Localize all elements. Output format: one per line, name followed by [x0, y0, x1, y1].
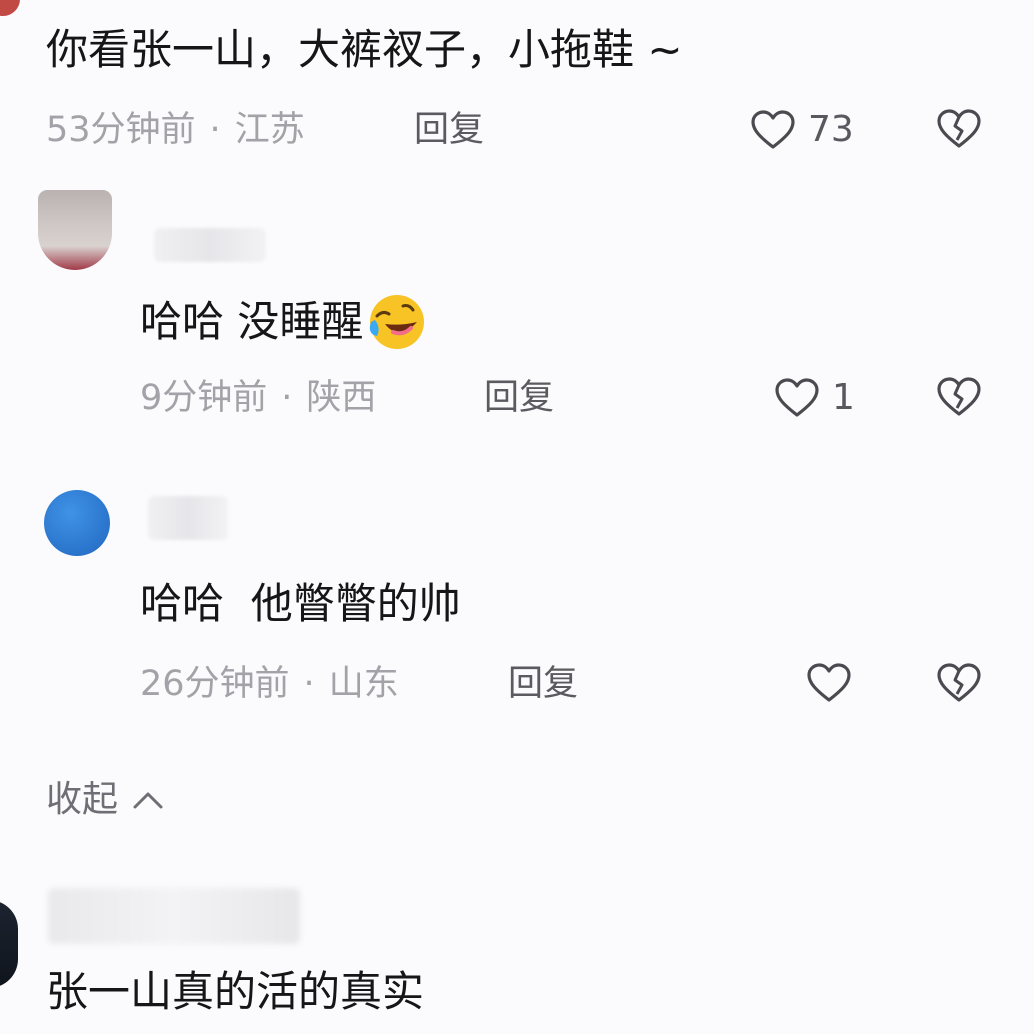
reply-2-location: 山东	[328, 664, 399, 704]
meta-separator: ·	[281, 378, 293, 418]
reply-1-username-redacted	[154, 228, 266, 262]
laughing-crying-emoji	[365, 292, 427, 352]
reply-2-text: 哈哈 他瞥瞥的帅	[140, 579, 461, 628]
reply-1-text-content: 哈哈 没睡醒	[140, 297, 364, 346]
next-commenter-username-redacted	[48, 888, 300, 944]
collapse-replies-button[interactable]: 收起	[46, 778, 164, 822]
broken-heart-icon[interactable]	[936, 376, 982, 418]
reply-1-meta: 9分钟前 · 陕西	[140, 376, 376, 420]
top-comment-text: 你看张一山，大裤衩子，小拖鞋 ~	[46, 25, 683, 74]
reply-1-like-count: 1	[832, 377, 855, 418]
collapse-label: 收起	[46, 779, 119, 820]
top-comment-location: 江苏	[234, 110, 305, 150]
reply-2-reply-button[interactable]: 回复	[508, 662, 578, 706]
reply-2-like-button[interactable]	[806, 662, 864, 704]
meta-separator: ·	[209, 110, 221, 150]
reply-1-time: 9分钟前	[140, 378, 268, 418]
top-comment-like-button[interactable]: 73	[750, 108, 854, 152]
heart-icon	[806, 662, 852, 704]
top-comment-reply-button[interactable]: 回复	[414, 108, 484, 152]
reply-1-location: 陕西	[306, 378, 377, 418]
reply-1-avatar[interactable]	[38, 190, 112, 270]
reply-2-username-redacted	[148, 496, 228, 540]
comment-thread: 你看张一山，大裤衩子，小拖鞋 ~ 53分钟前 · 江苏 回复 73 哈哈 没睡醒	[0, 0, 1034, 1034]
broken-heart-icon[interactable]	[936, 108, 982, 150]
reply-2-meta: 26分钟前 · 山东	[140, 662, 399, 706]
meta-separator: ·	[303, 664, 315, 704]
top-comment-like-count: 73	[808, 109, 854, 150]
heart-icon	[774, 377, 820, 419]
reply-1-reply-button[interactable]: 回复	[484, 376, 554, 420]
broken-heart-icon[interactable]	[936, 662, 982, 704]
reply-2-avatar[interactable]	[44, 490, 110, 556]
next-commenter-avatar[interactable]	[0, 900, 18, 988]
chevron-up-icon	[132, 790, 164, 810]
reply-2-time: 26分钟前	[140, 664, 290, 704]
reply-1-like-button[interactable]: 1	[774, 376, 855, 420]
top-commenter-avatar[interactable]	[0, 0, 20, 16]
top-comment-meta: 53分钟前 · 江苏	[46, 108, 305, 152]
heart-icon	[750, 109, 796, 151]
reply-1-text: 哈哈 没睡醒	[140, 292, 427, 352]
top-comment-time: 53分钟前	[46, 110, 196, 150]
next-comment-text: 张一山真的活的真实	[46, 967, 425, 1016]
